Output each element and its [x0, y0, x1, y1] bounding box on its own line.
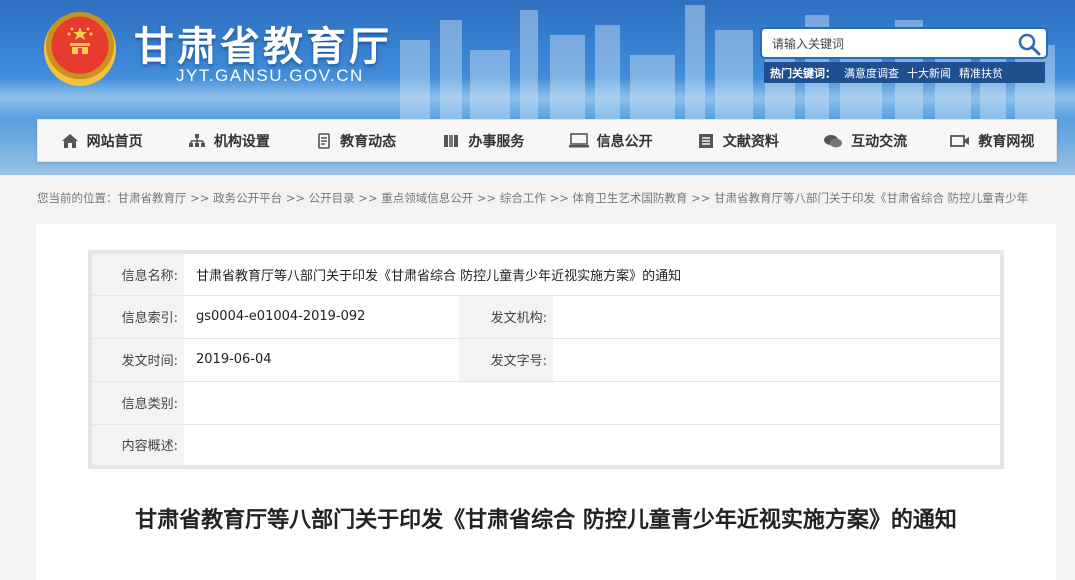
- info-summary-label: 内容概述:: [90, 424, 184, 467]
- nav-item-label: 教育网视: [978, 133, 1035, 150]
- org-chart-icon: [188, 133, 205, 147]
- service-icon: [444, 134, 459, 147]
- hot-keyword-link[interactable]: 满意度调查: [844, 67, 899, 80]
- hot-keywords-bar: 热门关键词： 满意度调查 十大新闻 精准扶贫: [764, 62, 1045, 83]
- nav-item-label: 信息公开: [596, 133, 653, 150]
- nav-item-label: 互动交流: [851, 133, 908, 150]
- search-input[interactable]: [772, 34, 1012, 54]
- info-index-value: gs0004-e01004-2019-092: [184, 295, 459, 339]
- monitor-icon: [568, 132, 589, 147]
- video-icon: [950, 134, 970, 147]
- info-name-value: 甘肃省教育厅等八部门关于印发《甘肃省综合 防控儿童青少年近视实施方案》的通知: [184, 252, 1002, 296]
- nav-item-label: 文献资料: [722, 133, 779, 150]
- info-index-label: 信息索引:: [90, 295, 184, 339]
- info-org-value: [553, 295, 1002, 339]
- search-icon[interactable]: [1016, 31, 1042, 57]
- site-title[interactable]: 甘肃省教育厅: [134, 14, 392, 72]
- search-box: [760, 27, 1048, 59]
- nav-item-org[interactable]: 机构设置: [165, 120, 292, 161]
- table-row: 信息类别:: [90, 381, 1002, 425]
- table-row: 信息索引: gs0004-e01004-2019-092 发文机构:: [90, 295, 1002, 339]
- document-icon: [318, 132, 330, 149]
- river-band: [0, 78, 1075, 118]
- nav-item-video[interactable]: 教育网视: [929, 120, 1056, 161]
- hot-keyword-link[interactable]: 精准扶贫: [959, 67, 1003, 80]
- nav-item-label: 网站首页: [86, 133, 143, 150]
- info-org-label: 发文机构:: [459, 295, 553, 339]
- info-summary-value: [184, 424, 1002, 467]
- nav-item-label: 教育动态: [340, 133, 397, 150]
- nav-item-services[interactable]: 办事服务: [420, 120, 547, 161]
- table-row: 发文时间: 2019-06-04 发文字号:: [90, 338, 1002, 382]
- info-date-value: 2019-06-04: [184, 338, 459, 382]
- breadcrumb[interactable]: 您当前的位置：甘肃省教育厅 >> 政务公开平台 >> 公开目录 >> 重点领域信…: [37, 190, 1028, 206]
- emblem-detail: [67, 27, 93, 54]
- info-date-label: 发文时间:: [90, 338, 184, 382]
- chat-icon: [824, 134, 843, 147]
- info-category-label: 信息类别:: [90, 381, 184, 425]
- nav-item-label: 机构设置: [213, 133, 270, 150]
- info-docno-label: 发文字号:: [459, 338, 553, 382]
- main-nav: 网站首页 机构设置 教育动态 办事服务 信息公开 文献资料 互动交流 教育网视: [37, 119, 1057, 162]
- book-icon: [698, 133, 713, 148]
- article-panel: 信息名称: 甘肃省教育厅等八部门关于印发《甘肃省综合 防控儿童青少年近视实施方案…: [36, 224, 1056, 580]
- info-table: 信息名称: 甘肃省教育厅等八部门关于印发《甘肃省综合 防控儿童青少年近视实施方案…: [88, 250, 1004, 469]
- info-category-value: [184, 381, 1002, 425]
- document-title: 甘肃省教育厅等八部门关于印发《甘肃省综合 防控儿童青少年近视实施方案》的通知: [135, 508, 957, 533]
- hot-keyword-link[interactable]: 十大新闻: [907, 67, 951, 80]
- home-icon: [61, 133, 78, 148]
- nav-item-news[interactable]: 教育动态: [293, 120, 420, 161]
- table-row: 信息名称: 甘肃省教育厅等八部门关于印发《甘肃省综合 防控儿童青少年近视实施方案…: [90, 252, 1002, 296]
- nav-item-disclosure[interactable]: 信息公开: [547, 120, 674, 161]
- nav-item-home[interactable]: 网站首页: [38, 120, 165, 161]
- site-domain: JYT.GANSU.GOV.CN: [176, 66, 364, 85]
- table-row: 内容概述:: [90, 424, 1002, 467]
- nav-item-label: 办事服务: [468, 133, 525, 150]
- nav-item-interaction[interactable]: 互动交流: [802, 120, 929, 161]
- info-name-label: 信息名称:: [90, 252, 184, 296]
- national-emblem-icon[interactable]: [44, 12, 116, 86]
- nav-item-literature[interactable]: 文献资料: [674, 120, 801, 161]
- hot-keywords-label: 热门关键词：: [770, 67, 836, 80]
- info-docno-value: [553, 338, 1002, 382]
